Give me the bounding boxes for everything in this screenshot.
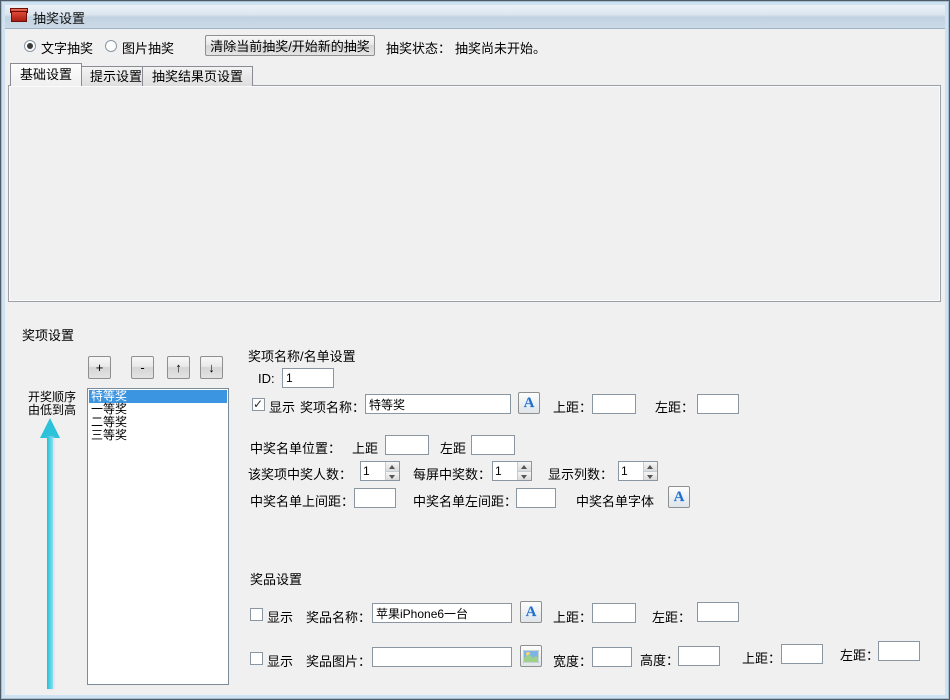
winner-count-value[interactable] [361, 462, 385, 480]
winner-count-spinner[interactable] [360, 461, 400, 481]
show-product-name-label[interactable]: 显示 [267, 607, 293, 626]
clear-start-button[interactable]: 清除当前抽奖/开始新的抽奖 [205, 35, 375, 56]
tab-basic-settings[interactable]: 基础设置 [10, 63, 82, 86]
product-height-input[interactable] [678, 646, 720, 666]
prize-name-font-button[interactable]: A [518, 392, 540, 414]
prize-name-top-label: 上距： [553, 397, 592, 416]
show-prize-name-checkbox[interactable] [252, 398, 265, 411]
window-title: 抽奖设置 [33, 8, 85, 27]
product-top-input[interactable] [592, 603, 636, 623]
picture-icon [523, 650, 539, 663]
product-name-font-button[interactable]: A [520, 601, 542, 623]
product-width-input[interactable] [592, 647, 632, 667]
winner-list-left-input[interactable] [471, 435, 515, 455]
columns-value[interactable] [619, 462, 643, 480]
spinner-down-icon[interactable] [644, 472, 657, 481]
id-input[interactable] [282, 368, 334, 388]
product-image-picker-button[interactable] [520, 645, 542, 667]
spinner-down-icon[interactable] [386, 472, 399, 481]
prize-name-left-label: 左距： [655, 397, 694, 416]
winner-count-label: 该奖项中奖人数： [248, 464, 352, 483]
prize-name-top-input[interactable] [592, 394, 636, 414]
spinner-up-icon[interactable] [386, 462, 399, 472]
product-left-label: 左距： [652, 607, 691, 626]
prize-name-input[interactable] [365, 394, 511, 414]
hgap-input[interactable] [516, 488, 556, 508]
columns-spinner[interactable] [618, 461, 658, 481]
status-label: 抽奖状态： [386, 38, 451, 57]
tab-result-page-settings[interactable]: 抽奖结果页设置 [142, 66, 253, 86]
app-icon [11, 7, 28, 22]
radio-text-lottery[interactable] [24, 40, 36, 52]
product-left2-label: 左距： [840, 645, 879, 664]
product-top2-input[interactable] [781, 644, 823, 664]
order-arrow-icon [40, 418, 60, 438]
product-top2-label: 上距： [742, 648, 781, 667]
winner-list-left-label: 左距 [440, 438, 466, 457]
show-prize-name-label[interactable]: 显示 [269, 397, 295, 416]
id-label: ID: [258, 371, 275, 386]
show-product-name-checkbox[interactable] [250, 608, 263, 621]
product-image-input[interactable] [372, 647, 512, 667]
spinner-up-icon[interactable] [644, 462, 657, 472]
spinner-down-icon[interactable] [518, 472, 531, 481]
remove-prize-button[interactable]: - [131, 356, 154, 379]
product-left2-input[interactable] [878, 641, 920, 661]
product-height-label: 高度： [640, 650, 679, 669]
prize-section-label: 奖项设置 [22, 325, 74, 344]
per-screen-spinner[interactable] [492, 461, 532, 481]
product-section-label: 奖品设置 [250, 569, 302, 588]
winner-list-top-input[interactable] [385, 435, 429, 455]
prize-listbox[interactable]: 特等奖 一等奖 二等奖 三等奖 [87, 388, 229, 685]
lottery-settings-window: 抽奖设置 文字抽奖 图片抽奖 清除当前抽奖/开始新的抽奖 抽奖状态： 抽奖尚未开… [0, 0, 950, 700]
product-width-label: 宽度： [553, 651, 592, 670]
show-product-image-label[interactable]: 显示 [267, 651, 293, 670]
product-top-label: 上距： [553, 607, 592, 626]
per-screen-label: 每屏中奖数： [413, 464, 491, 483]
titlebar[interactable]: 抽奖设置 [1, 1, 949, 29]
vgap-label: 中奖名单上间距： [250, 491, 354, 510]
product-image-label: 奖品图片： [306, 651, 371, 670]
spinner-up-icon[interactable] [518, 462, 531, 472]
move-up-button[interactable]: ↑ [167, 356, 190, 379]
radio-image-lottery[interactable] [105, 40, 117, 52]
radio-text-lottery-label[interactable]: 文字抽奖 [41, 38, 93, 57]
product-name-input[interactable] [372, 603, 512, 623]
vgap-input[interactable] [354, 488, 396, 508]
basic-settings-panel [8, 85, 941, 302]
product-name-label: 奖品名称： [306, 607, 371, 626]
font-icon: A [674, 490, 685, 505]
product-left-input[interactable] [697, 602, 739, 622]
winner-font-label: 中奖名单字体 [576, 491, 654, 510]
winner-font-button[interactable]: A [668, 486, 690, 508]
winner-list-pos-label: 中奖名单位置： [250, 438, 341, 457]
prize-name-label: 奖项名称： [300, 397, 365, 416]
hgap-label: 中奖名单左间距： [413, 491, 517, 510]
columns-label: 显示列数： [548, 464, 613, 483]
radio-image-lottery-label[interactable]: 图片抽奖 [122, 38, 174, 57]
prize-name-left-input[interactable] [697, 394, 739, 414]
order-label-line2: 由低到高 [28, 401, 76, 418]
move-down-button[interactable]: ↓ [200, 356, 223, 379]
font-icon: A [524, 396, 535, 411]
per-screen-value[interactable] [493, 462, 517, 480]
status-value: 抽奖尚未开始。 [455, 38, 546, 57]
font-icon: A [526, 605, 537, 620]
list-item[interactable]: 三等奖 [89, 429, 227, 442]
winner-list-top-label: 上距 [352, 438, 378, 457]
detail-section-label: 奖项名称/名单设置 [248, 346, 356, 365]
add-prize-button[interactable]: + [88, 356, 111, 379]
show-product-image-checkbox[interactable] [250, 652, 263, 665]
order-arrow-line [47, 437, 53, 689]
